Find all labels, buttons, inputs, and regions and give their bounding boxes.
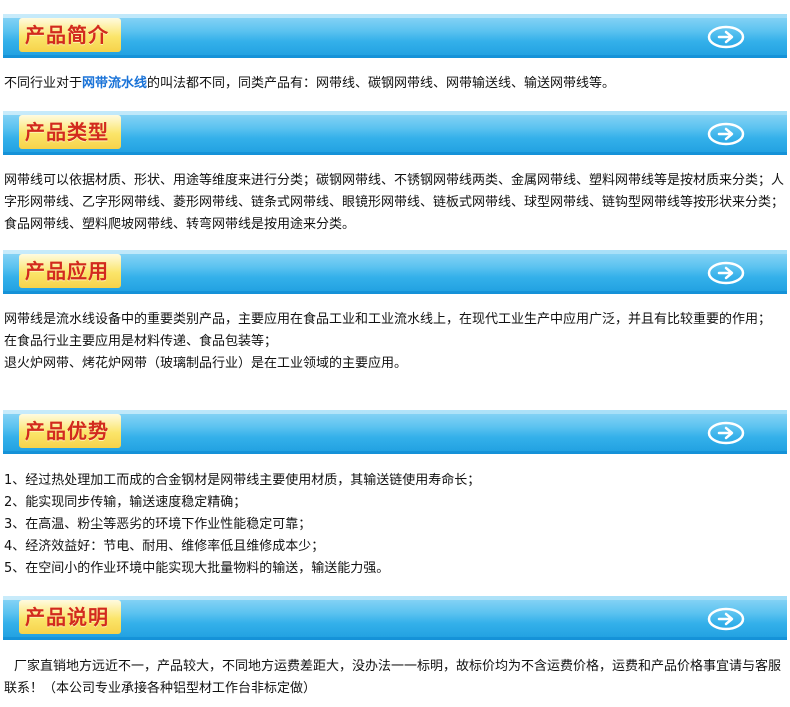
applications-line: 在食品行业主要应用是材料传递、食品包装等；	[4, 334, 278, 349]
section-title-intro: 产品简介	[19, 18, 121, 52]
applications-line: 网带线是流水线设备中的重要类别产品，主要应用在食品工业和工业流水线上，在现代工业…	[4, 312, 772, 327]
advantage-item: 3、在高温、粉尘等恶劣的环境下作业性能稳定可靠；	[4, 517, 312, 532]
arrow-bubble-icon	[707, 421, 745, 445]
section-body-types: 网带线可以依据材质、形状、用途等维度来进行分类；碳钢网带线、不锈钢网带线两类、金…	[4, 170, 786, 236]
section-body-advantages: 1、经过热处理加工而成的合金钢材是网带线主要使用材质，其输送链使用寿命长； 2、…	[4, 470, 786, 580]
arrow-bubble-icon	[707, 122, 745, 146]
notes-paragraph: 厂家直销地方远近不一，产品较大，不同地方运费差距大，没办法一一标明，故标价均为不…	[4, 659, 782, 696]
arrow-bubble-icon	[707, 607, 745, 631]
advantage-item: 1、经过热处理加工而成的合金钢材是网带线主要使用材质，其输送链使用寿命长；	[4, 473, 481, 488]
intro-text-before: 不同行业对于	[4, 76, 83, 91]
section-header-types: 产品类型	[3, 111, 787, 155]
advantage-item: 2、能实现同步传输，输送速度稳定精确；	[4, 495, 247, 510]
section-body-notes: 厂家直销地方远近不一，产品较大，不同地方运费差距大，没办法一一标明，故标价均为不…	[4, 656, 786, 700]
intro-paragraph: 不同行业对于网带流水线的叫法都不同，同类产品有：网带线、碳钢网带线、网带输送线、…	[4, 73, 786, 95]
arrow-bubble-icon	[707, 261, 745, 285]
intro-highlight-link[interactable]: 网带流水线	[82, 76, 147, 91]
applications-line: 退火炉网带、烤花炉网带（玻璃制品行业）是在工业领域的主要应用。	[4, 356, 408, 371]
section-title-types: 产品类型	[19, 115, 121, 149]
intro-text-after: 的叫法都不同，同类产品有：网带线、碳钢网带线、网带输送线、输送网带线等。	[147, 76, 616, 91]
section-title-applications: 产品应用	[19, 254, 121, 288]
section-body-applications: 网带线是流水线设备中的重要类别产品，主要应用在食品工业和工业流水线上，在现代工业…	[4, 309, 786, 375]
section-title-notes: 产品说明	[19, 600, 121, 634]
section-header-notes: 产品说明	[3, 596, 787, 640]
section-header-applications: 产品应用	[3, 250, 787, 294]
section-title-advantages: 产品优势	[19, 414, 121, 448]
advantage-item: 5、在空间小的作业环境中能实现大批量物料的输送，输送能力强。	[4, 561, 390, 576]
types-paragraph: 网带线可以依据材质、形状、用途等维度来进行分类；碳钢网带线、不锈钢网带线两类、金…	[4, 173, 785, 232]
advantage-item: 4、经济效益好：节电、耐用、维修率低且维修成本少；	[4, 539, 325, 554]
section-body-intro: 不同行业对于网带流水线的叫法都不同，同类产品有：网带线、碳钢网带线、网带输送线、…	[4, 73, 786, 95]
section-header-intro: 产品简介	[3, 14, 787, 58]
section-header-advantages: 产品优势	[3, 410, 787, 454]
arrow-bubble-icon	[707, 25, 745, 49]
